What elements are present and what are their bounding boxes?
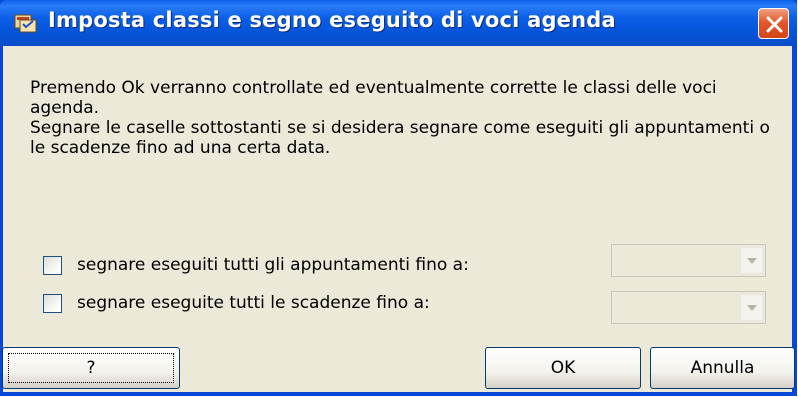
dialog-window: Imposta classi e segno eseguito di voci …	[0, 0, 797, 396]
message-text: Premendo Ok verranno controllate ed even…	[30, 78, 775, 158]
appointments-date-combo[interactable]	[611, 244, 766, 277]
appointments-dropdown-button[interactable]	[740, 247, 763, 274]
app-icon	[14, 14, 37, 33]
close-icon	[766, 16, 783, 33]
message-line-1: Premendo Ok verranno controllate ed even…	[30, 78, 717, 118]
ok-button[interactable]: OK	[485, 347, 641, 389]
help-button-label: ?	[86, 358, 96, 378]
help-button[interactable]: ?	[2, 347, 180, 389]
title-bar[interactable]: Imposta classi e segno eseguito di voci …	[0, 0, 797, 46]
chevron-down-icon	[747, 305, 757, 311]
dialog-body: Premendo Ok verranno controllate ed even…	[2, 46, 795, 392]
deadlines-dropdown-button[interactable]	[740, 294, 763, 321]
deadlines-label: segnare eseguite tutti le scadenze fino …	[77, 293, 430, 313]
appointments-checkbox[interactable]	[43, 256, 62, 275]
window-title: Imposta classi e segno eseguito di voci …	[48, 8, 616, 32]
cancel-button[interactable]: Annulla	[650, 347, 795, 389]
ok-button-label: OK	[550, 358, 576, 378]
deadlines-checkbox[interactable]	[43, 294, 62, 313]
message-line-2: Segnare le caselle sottostanti se si des…	[30, 118, 770, 158]
close-button[interactable]	[758, 8, 789, 39]
chevron-down-icon	[747, 258, 757, 264]
cancel-button-label: Annulla	[690, 358, 755, 378]
deadlines-date-combo[interactable]	[611, 291, 766, 324]
appointments-label: segnare eseguiti tutti gli appuntamenti …	[77, 255, 469, 275]
